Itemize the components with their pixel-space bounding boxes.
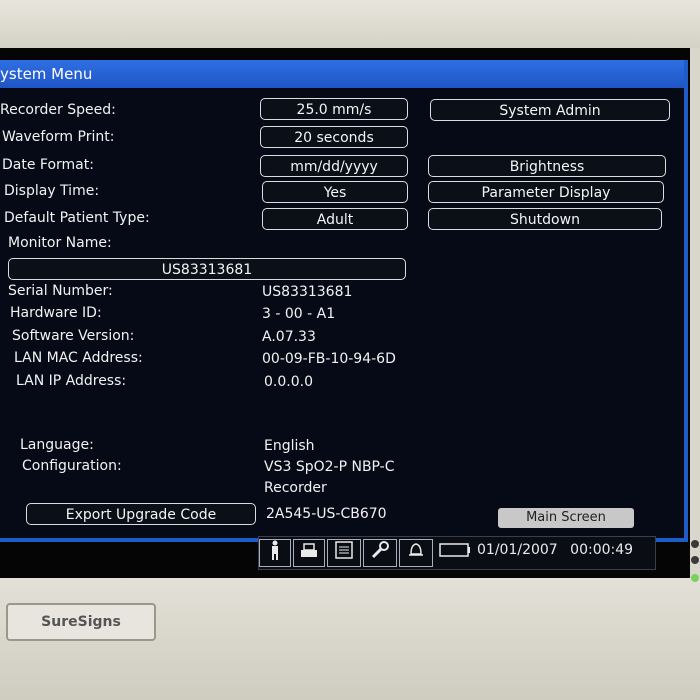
hardware-id-value: 3 - 00 - A1 — [262, 306, 336, 322]
upgrade-code-value: 2A545-US-CB670 — [266, 506, 387, 522]
language-label: Language: — [20, 437, 94, 453]
configuration-value-line2: Recorder — [264, 480, 327, 496]
system-menu-window: ystem Menu Recorder Speed: Waveform Prin… — [0, 60, 688, 542]
date-format-button[interactable]: mm/dd/yyyy — [260, 155, 408, 177]
default-patient-type-label: Default Patient Type: — [4, 210, 150, 226]
alarm-bell-icon[interactable] — [399, 539, 433, 567]
software-version-value: A.07.33 — [262, 329, 316, 345]
status-bar: 01/01/2007 00:00:49 — [258, 536, 656, 570]
recorder-speed-label: Recorder Speed: — [0, 102, 116, 118]
wrench-icon[interactable] — [363, 539, 397, 567]
indicator-led — [691, 556, 699, 564]
hardware-id-label: Hardware ID: — [10, 305, 102, 321]
configuration-label: Configuration: — [22, 458, 122, 474]
status-date: 01/01/2007 — [477, 542, 558, 558]
system-admin-button[interactable]: System Admin — [430, 99, 670, 121]
waveform-print-button[interactable]: 20 seconds — [260, 126, 408, 148]
lan-mac-address-value: 00-09-FB-10-94-6D — [262, 351, 396, 367]
export-upgrade-code-button[interactable]: Export Upgrade Code — [26, 503, 256, 525]
status-time: 00:00:49 — [570, 542, 634, 558]
indicator-led — [691, 540, 699, 548]
date-format-label: Date Format: — [2, 157, 94, 173]
report-icon[interactable] — [327, 539, 361, 567]
printer-icon[interactable] — [293, 539, 325, 567]
language-value: English — [264, 438, 315, 454]
lan-ip-address-label: LAN IP Address: — [16, 373, 127, 389]
default-patient-type-button[interactable]: Adult — [262, 208, 408, 230]
monitor-name-field[interactable]: US83313681 — [8, 258, 406, 280]
display-time-label: Display Time: — [4, 183, 100, 199]
monitor-bezel-top — [0, 0, 700, 48]
lan-mac-address-label: LAN MAC Address: — [14, 350, 143, 366]
waveform-print-label: Waveform Print: — [2, 129, 115, 145]
window-title: ystem Menu — [0, 60, 684, 88]
serial-number-value: US83313681 — [262, 284, 353, 300]
shutdown-button[interactable]: Shutdown — [428, 208, 662, 230]
brand-logo: SureSigns — [6, 603, 156, 641]
parameter-display-button[interactable]: Parameter Display — [428, 181, 664, 203]
battery-icon — [437, 539, 473, 567]
monitor-name-label: Monitor Name: — [8, 235, 112, 251]
lan-ip-address-value: 0.0.0.0 — [264, 374, 313, 390]
power-led — [691, 574, 699, 582]
status-date-time: 01/01/2007 00:00:49 — [477, 542, 633, 558]
display-time-button[interactable]: Yes — [262, 181, 408, 203]
main-screen-button[interactable]: Main Screen — [498, 508, 634, 528]
serial-number-label: Serial Number: — [8, 283, 113, 299]
patient-icon[interactable] — [259, 539, 291, 567]
configuration-value-line1: VS3 SpO2-P NBP-C — [264, 459, 395, 475]
software-version-label: Software Version: — [12, 328, 135, 344]
brightness-button[interactable]: Brightness — [428, 155, 666, 177]
recorder-speed-button[interactable]: 25.0 mm/s — [260, 98, 408, 120]
